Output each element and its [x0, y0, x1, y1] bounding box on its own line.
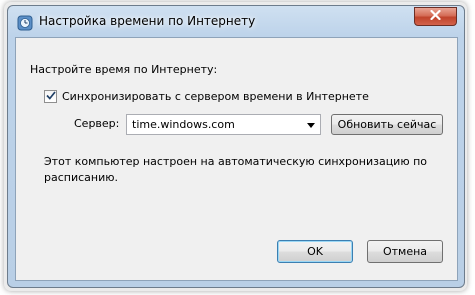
sync-checkbox[interactable]: [44, 90, 57, 103]
checkmark-icon: [45, 90, 56, 103]
chevron-down-icon[interactable]: [307, 123, 315, 128]
status-text-line1: Этот компьютер настроен на автоматическу…: [44, 155, 428, 168]
dialog-window: Настройка времени по Интернету Настройте…: [7, 5, 465, 288]
update-now-button[interactable]: Обновить сейчас: [331, 114, 443, 135]
update-now-label: Обновить сейчас: [337, 118, 437, 131]
title-bar[interactable]: Настройка времени по Интернету: [8, 6, 464, 36]
dialog-content: Настройте время по Интернету: Синхронизи…: [15, 37, 458, 281]
cancel-button[interactable]: Отмена: [367, 240, 443, 263]
window-title: Настройка времени по Интернету: [39, 14, 256, 28]
server-label: Сервер:: [74, 117, 120, 130]
server-value: time.windows.com: [132, 118, 235, 131]
sync-checkbox-label[interactable]: Синхронизировать с сервером времени в Ин…: [62, 90, 369, 103]
dialog-heading: Настройте время по Интернету:: [30, 63, 218, 76]
close-icon: [430, 9, 441, 23]
server-combobox[interactable]: time.windows.com: [126, 114, 321, 135]
close-button[interactable]: [414, 7, 457, 26]
cancel-label: Отмена: [382, 245, 428, 258]
clock-globe-icon: [17, 15, 33, 31]
ok-button[interactable]: OK: [277, 240, 353, 263]
ok-label: OK: [307, 245, 323, 258]
status-text-line2: расписанию.: [44, 171, 118, 184]
